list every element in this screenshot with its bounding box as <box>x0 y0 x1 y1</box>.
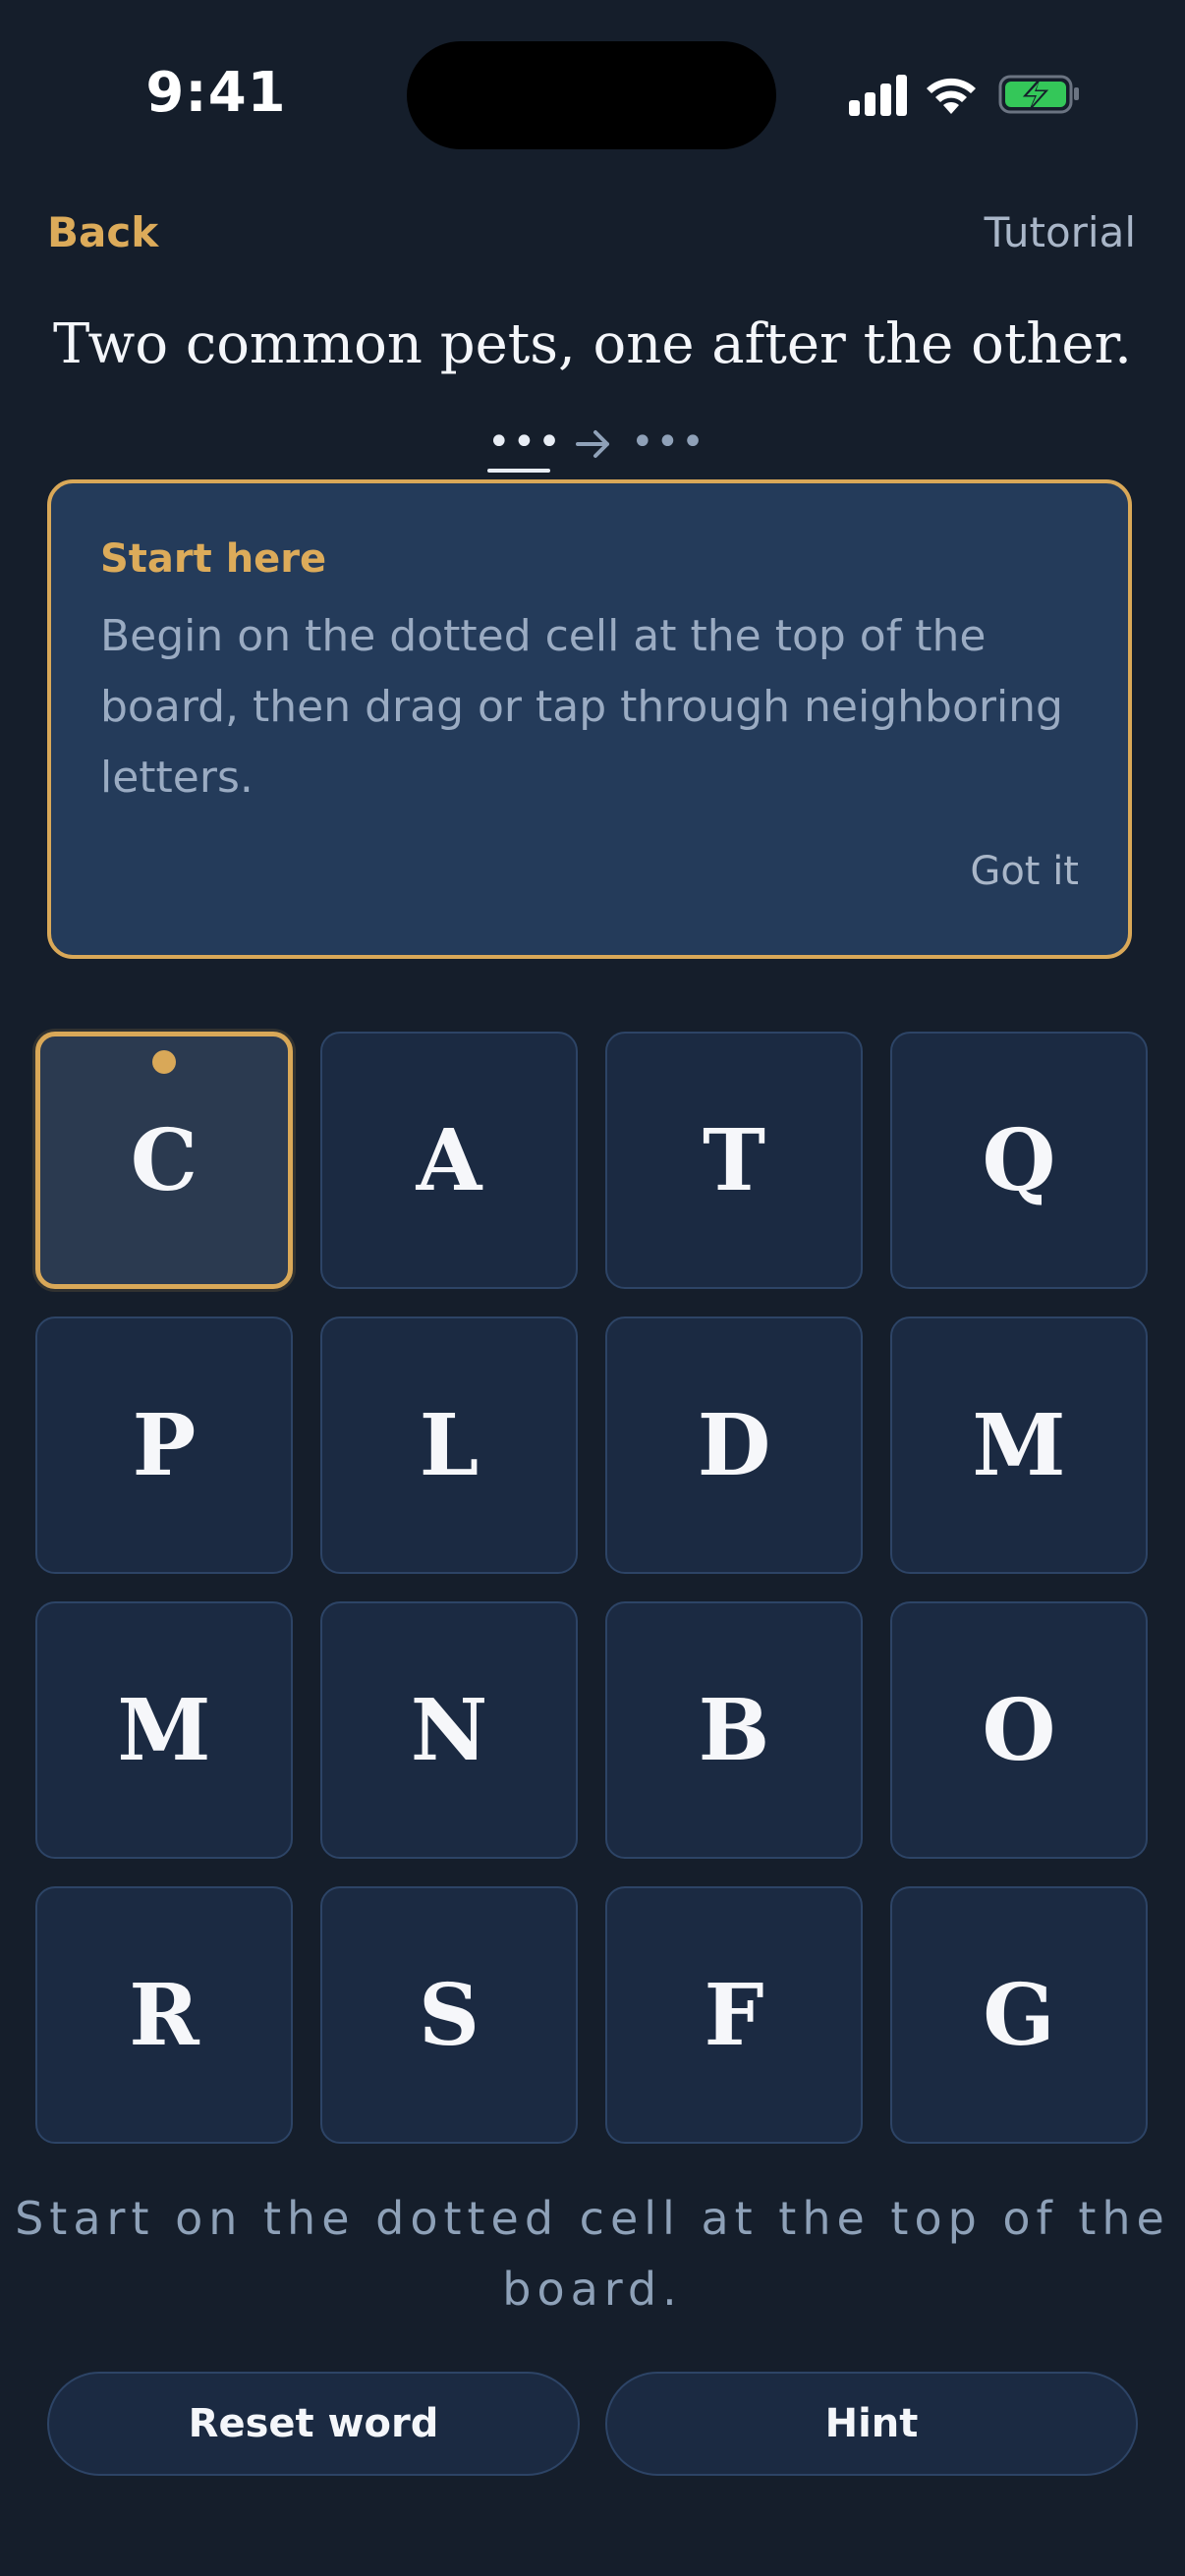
cell-letter: Q <box>982 1110 1056 1210</box>
cell-letter: S <box>418 1965 480 2065</box>
letter-cell[interactable]: A <box>320 1032 578 1289</box>
cell-letter: G <box>983 1965 1055 2065</box>
tip-body: Begin on the dotted cell at the top of t… <box>100 611 1063 803</box>
status-icons <box>845 73 1081 124</box>
status-bar: 9:41 <box>0 0 1185 196</box>
cell-letter: T <box>703 1110 765 1210</box>
start-cell[interactable]: C <box>35 1032 293 1289</box>
start-dot-icon <box>152 1050 176 1074</box>
letter-cell[interactable]: S <box>320 1886 578 2144</box>
letter-cell[interactable]: P <box>35 1316 293 1574</box>
instruction-text: Start on the dotted cell at the top of t… <box>15 2192 1170 2316</box>
cellular-signal-icon <box>849 75 907 116</box>
letter-cell[interactable]: F <box>605 1886 863 2144</box>
letter-cell[interactable]: T <box>605 1032 863 1289</box>
cell-letter: O <box>982 1680 1056 1780</box>
tip-title: Start here <box>100 536 327 582</box>
status-time: 9:41 <box>145 61 287 125</box>
cell-letter: R <box>129 1965 199 2065</box>
dynamic-island <box>407 41 776 149</box>
got-it-button[interactable]: Got it <box>970 849 1079 894</box>
letter-cell[interactable]: L <box>320 1316 578 1574</box>
letter-cell[interactable]: M <box>890 1316 1148 1574</box>
cell-letter: L <box>419 1395 480 1495</box>
letter-cell[interactable]: N <box>320 1601 578 1859</box>
letter-cell[interactable]: D <box>605 1316 863 1574</box>
letter-cell[interactable]: O <box>890 1601 1148 1859</box>
word-pattern: ••• ••• <box>0 422 1185 481</box>
letter-cell[interactable]: Q <box>890 1032 1148 1289</box>
cell-letter: F <box>704 1965 764 2065</box>
cell-letter: N <box>410 1680 488 1780</box>
cell-letter: D <box>697 1395 771 1495</box>
second-word-dots: ••• <box>631 420 706 465</box>
wifi-icon <box>927 78 976 114</box>
tip-card: Start here Begin on the dotted cell at t… <box>47 479 1132 959</box>
letter-cell[interactable]: M <box>35 1601 293 1859</box>
cell-letter: A <box>416 1110 482 1210</box>
tutorial-button[interactable]: Tutorial <box>985 208 1136 256</box>
cell-letter: M <box>972 1395 1066 1495</box>
arrow-right-icon <box>576 430 609 458</box>
cell-letter: C <box>130 1110 198 1210</box>
cell-letter: P <box>132 1395 197 1495</box>
cell-letter: B <box>698 1680 770 1780</box>
back-button[interactable]: Back <box>47 208 158 256</box>
first-word-dots: ••• <box>487 420 563 465</box>
letter-cell[interactable]: G <box>890 1886 1148 2144</box>
cell-letter: M <box>117 1680 211 1780</box>
active-word-underline <box>487 469 550 473</box>
letter-cell[interactable]: B <box>605 1601 863 1859</box>
letter-grid: C A T Q P L D M M N B O R S F G <box>35 1032 1150 2146</box>
reset-word-button[interactable]: Reset word <box>47 2372 580 2476</box>
hint-button[interactable]: Hint <box>605 2372 1138 2476</box>
clue-text: Two common pets, one after the other. <box>53 312 1132 376</box>
battery-charging-icon <box>998 75 1079 114</box>
letter-cell[interactable]: R <box>35 1886 293 2144</box>
